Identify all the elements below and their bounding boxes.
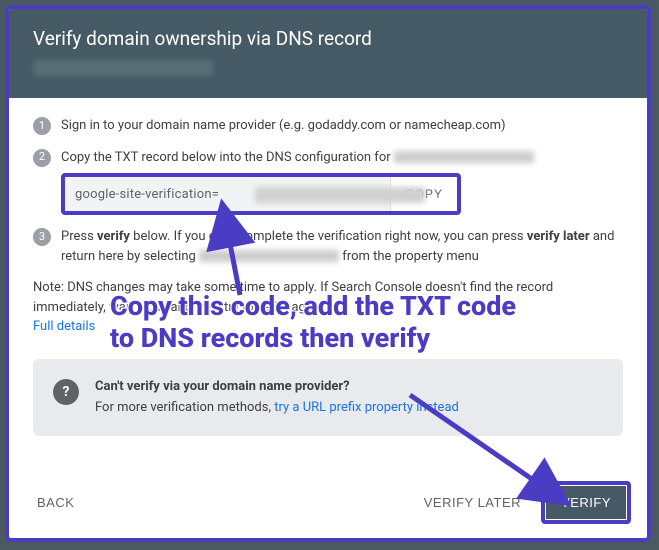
step-number: 2 [33,149,51,167]
note-text: Note: DNS changes may take some time to … [33,280,553,315]
help-icon: ? [53,379,79,405]
domain-subtitle-blurred [33,60,213,76]
domain-blurred [394,151,534,163]
step-text: Press verify below. If you can't complet… [61,227,623,266]
txt-record-row: COPY [61,173,461,215]
info-body: Can't verify via your domain name provid… [95,377,459,418]
step-text: Sign in to your domain name provider (e.… [61,116,623,136]
step-body: Copy the TXT record below into the DNS c… [61,148,623,216]
verify-later-button[interactable]: VERIFY LATER [412,487,533,518]
info-title: Can't verify via your domain name provid… [95,377,459,397]
step-text: Copy the TXT record below into the DNS c… [61,150,394,165]
back-button[interactable]: BACK [25,487,86,518]
modal-content: 1 Sign in to your domain name provider (… [9,98,647,471]
modal-title: Verify domain ownership via DNS record [33,27,623,50]
modal-header: Verify domain ownership via DNS record [9,9,647,98]
verify-modal: Verify domain ownership via DNS record 1… [5,5,651,542]
step-2: 2 Copy the TXT record below into the DNS… [33,148,623,216]
step-3: 3 Press verify below. If you can't compl… [33,227,623,266]
property-blurred [199,250,339,262]
info-text: For more verification methods, [95,400,274,415]
info-box: ? Can't verify via your domain name prov… [33,359,623,436]
full-details-link[interactable]: Full details [33,319,95,334]
verify-button[interactable]: VERIFY [541,481,631,524]
copy-button[interactable]: COPY [390,177,457,211]
step-number: 3 [33,228,51,246]
txt-record-input[interactable] [65,179,251,210]
modal-footer: BACK VERIFY LATER VERIFY [9,471,647,538]
step-1: 1 Sign in to your domain name provider (… [33,116,623,136]
note: Note: DNS changes may take some time to … [33,278,623,337]
step-number: 1 [33,117,51,135]
url-prefix-link[interactable]: try a URL prefix property instead [274,400,459,415]
